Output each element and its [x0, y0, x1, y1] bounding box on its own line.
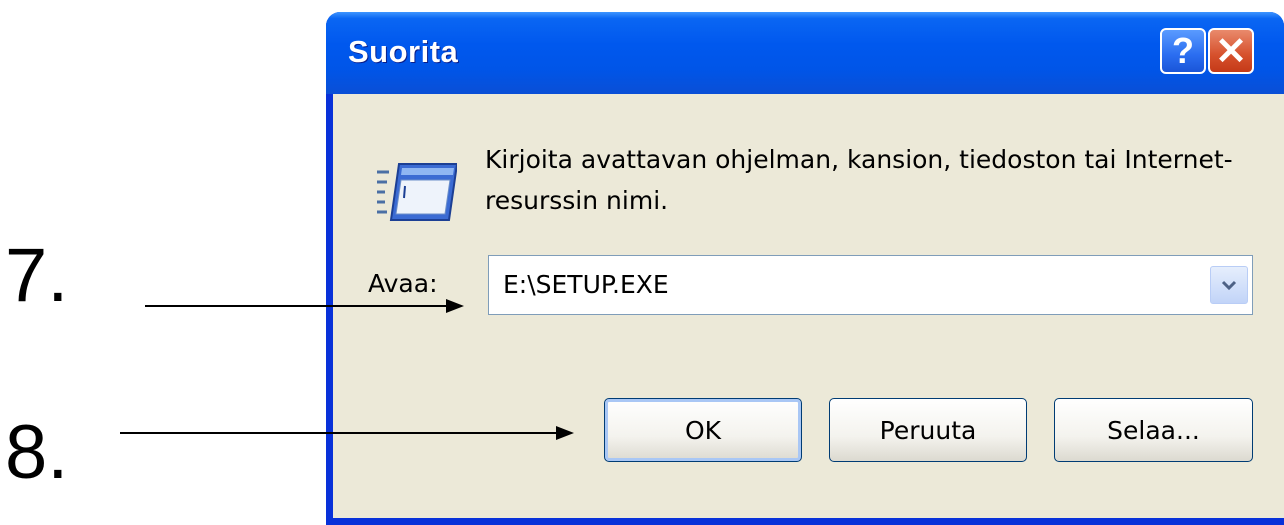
- arrow-to-open-field: [145, 299, 464, 313]
- annotation-arrows: [120, 299, 574, 440]
- arrow-to-ok-button: [120, 426, 574, 440]
